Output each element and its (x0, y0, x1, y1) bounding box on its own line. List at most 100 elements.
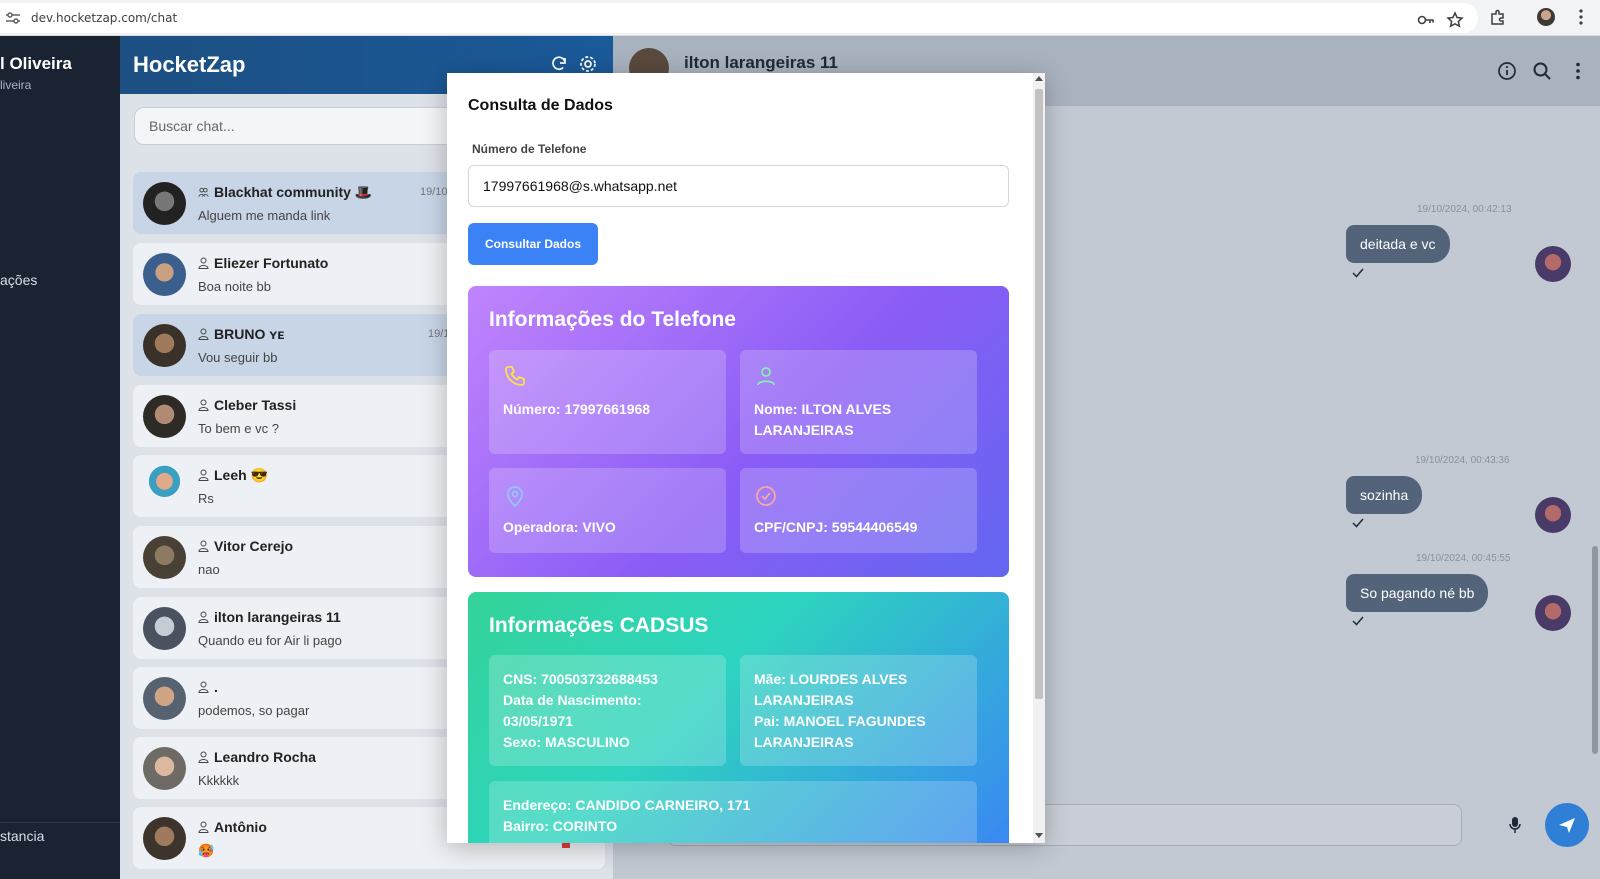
message-timestamp: 19/10/2024, 00:42:13 (1417, 204, 1512, 215)
chat-last-message: To bem e vc ? (198, 421, 279, 436)
message-bubble: sozinha (1346, 476, 1423, 514)
phone-field-label: Número de Telefone (472, 142, 587, 156)
mic-icon[interactable] (1508, 816, 1522, 834)
message-bubble: So pagando né bb (1346, 574, 1489, 612)
scroll-down-icon[interactable] (1035, 833, 1043, 838)
chat-last-message: nao (198, 562, 220, 577)
cpf-tile: CPF/CNPJ: 59544406549 (740, 468, 977, 553)
chat-name: Antônio (198, 819, 267, 835)
person-icon (198, 257, 209, 269)
chat-name: Vitor Cerejo (198, 538, 293, 554)
left-sidebar: l Oliveira liveira ações stancia (0, 36, 120, 879)
nome-value: Nome: ILTON ALVES LARANJEIRAS (754, 401, 892, 438)
scrollbar[interactable] (1592, 546, 1598, 754)
group-icon (198, 187, 209, 197)
chat-name: ilton larangeiras 11 (198, 609, 341, 625)
card-title: Informações CADSUS (489, 614, 709, 637)
cadsus-address-tile: Endereço: CANDIDO CARNEIRO, 171 Bairro: … (489, 781, 977, 843)
chat-last-message: Kkkkkk (198, 773, 240, 788)
avatar (143, 747, 186, 790)
avatar (143, 817, 186, 860)
avatar (143, 677, 186, 720)
avatar (1535, 595, 1571, 631)
url-text[interactable]: dev.hocketzap.com/chat (31, 11, 177, 25)
avatar (143, 253, 186, 296)
tune-icon[interactable] (6, 12, 20, 24)
nav-item-configuracoes[interactable]: ações (0, 272, 37, 288)
chat-last-message: Quando eu for Air li pago (198, 633, 342, 648)
nome-tile: Nome: ILTON ALVES LARANJEIRAS (740, 350, 977, 454)
person-icon (198, 399, 209, 411)
phone-number-input[interactable]: 17997661968@s.whatsapp.net (468, 165, 1009, 207)
star-icon[interactable] (1446, 11, 1464, 29)
cadsus-address-info: Endereço: CANDIDO CARNEIRO, 171 Bairro: … (503, 797, 751, 834)
chat-name: BRUNO ʏᴇ (198, 326, 284, 342)
person-icon (198, 328, 209, 340)
modal-title: Consulta de Dados (468, 97, 613, 114)
nav-item-instancia[interactable]: stancia (0, 828, 44, 844)
operadora-value: Operadora: VIVO (503, 519, 616, 535)
avatar (1535, 246, 1571, 282)
cadsus-parents-info: Mãe: LOURDES ALVES LARANJEIRAS Pai: MANO… (754, 671, 926, 750)
modal-scrollbar[interactable] (1033, 73, 1045, 843)
user-subtitle: liveira (0, 78, 32, 92)
info-icon[interactable] (1497, 61, 1517, 81)
check-icon (1352, 268, 1364, 278)
chat-name: Leandro Rocha (198, 749, 316, 765)
check-circle-icon (756, 486, 776, 506)
user-icon (757, 367, 775, 386)
browser-toolbar: dev.hocketzap.com/chat (0, 0, 1600, 36)
chat-name: Blackhat community 🎩 (198, 184, 372, 201)
kebab-icon[interactable] (1572, 8, 1590, 26)
contact-name[interactable]: ilton larangeiras 11 (684, 53, 838, 73)
consultar-dados-button[interactable]: Consultar Dados (468, 223, 598, 265)
person-icon (198, 751, 209, 763)
consulta-dados-modal: Consulta de Dados Número de Telefone 179… (447, 73, 1045, 843)
app-title: HocketZap (133, 52, 246, 77)
avatar (143, 182, 186, 225)
avatar (143, 395, 186, 438)
cpf-value: CPF/CNPJ: 59544406549 (754, 519, 918, 535)
chat-last-message: Rs (198, 491, 214, 506)
scroll-up-icon[interactable] (1035, 76, 1043, 81)
chat-name: . (198, 679, 218, 695)
chat-last-message: Vou seguir bb (198, 350, 278, 365)
chat-last-message: Boa noite bb (198, 279, 272, 294)
chat-last-message: Alguem me manda link (198, 208, 331, 223)
avatar (143, 324, 186, 367)
message-timestamp: 19/10/2024, 00:43:36 (1415, 455, 1510, 466)
chat-name: Leeh 😎 (198, 467, 268, 484)
message-bubble: deitada e vc (1346, 225, 1450, 263)
person-icon (198, 540, 209, 552)
chat-name: Cleber Tassi (198, 397, 296, 413)
profile-icon[interactable] (1537, 8, 1555, 26)
avatar (143, 465, 186, 508)
message-timestamp: 19/10/2024, 00:45:55 (1416, 553, 1511, 564)
address-bar[interactable]: dev.hocketzap.com/chat (0, 3, 1478, 33)
check-icon (1352, 616, 1364, 626)
person-icon (198, 681, 209, 693)
cadsus-info-card: Informações CADSUS CNS: 700503732688453 … (468, 592, 1009, 843)
operadora-tile: Operadora: VIVO (489, 468, 726, 553)
location-icon (507, 486, 523, 508)
scrollbar-thumb[interactable] (1035, 89, 1043, 699)
chat-last-message: podemos, so pagar (198, 703, 310, 718)
send-icon (1559, 818, 1575, 833)
cadsus-parents-tile: Mãe: LOURDES ALVES LARANJEIRAS Pai: MANO… (740, 655, 977, 766)
avatar (143, 607, 186, 650)
person-icon (198, 611, 209, 623)
chat-last-message: 🥵 (198, 843, 215, 858)
divider (0, 822, 120, 823)
numero-tile: Número: 17997661968 (489, 350, 726, 454)
kebab-icon[interactable] (1568, 61, 1588, 81)
extension-icon[interactable] (1489, 8, 1507, 26)
key-icon[interactable] (1417, 11, 1435, 29)
phone-icon (505, 366, 525, 386)
avatar (143, 536, 186, 579)
card-title: Informações do Telefone (489, 308, 736, 331)
send-button[interactable] (1545, 803, 1589, 847)
settings-icon[interactable] (578, 54, 598, 74)
refresh-icon[interactable] (549, 54, 569, 74)
search-icon[interactable] (1532, 61, 1552, 81)
check-icon (1352, 518, 1364, 528)
